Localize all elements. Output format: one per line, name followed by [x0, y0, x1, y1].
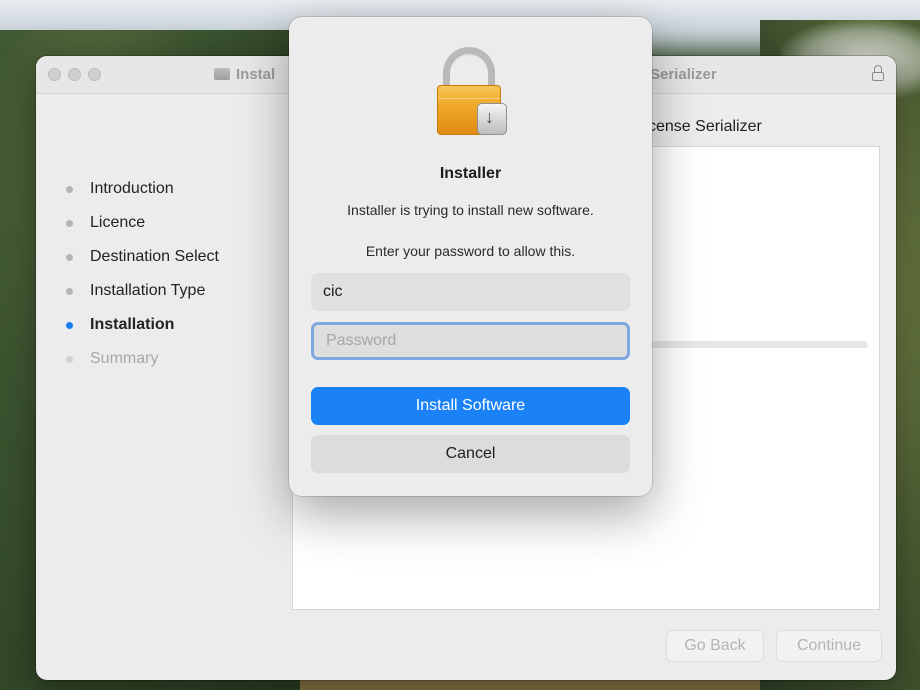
step-installation: Installation: [64, 314, 219, 348]
package-icon: [214, 68, 230, 80]
step-dot-icon: [66, 254, 73, 261]
step-dot-icon: [66, 186, 73, 193]
step-dot-icon: [66, 288, 73, 295]
cancel-button[interactable]: Cancel: [311, 435, 630, 473]
step-label: Destination Select: [90, 248, 219, 265]
window-title-text: Instal: [236, 66, 276, 83]
window-title: Instal: [214, 66, 275, 83]
page-subtitle: cense Serializer: [648, 118, 762, 135]
lock-installer-icon: [437, 47, 507, 135]
step-label: Introduction: [90, 180, 174, 197]
auth-dialog: Installer Installer is trying to install…: [289, 17, 652, 496]
step-introduction: Introduction: [64, 178, 219, 212]
step-label: Installation: [90, 316, 175, 333]
step-dot-icon: [66, 322, 73, 329]
username-field[interactable]: [311, 273, 630, 311]
step-summary: Summary: [64, 348, 219, 382]
step-dot-icon: [66, 356, 73, 363]
step-destination-select: Destination Select: [64, 246, 219, 280]
progress-bar: [638, 341, 868, 348]
continue-button[interactable]: Continue: [776, 630, 882, 662]
dialog-message: Installer is trying to install new softw…: [347, 202, 594, 218]
install-software-button[interactable]: Install Software: [311, 387, 630, 425]
lock-icon[interactable]: [872, 65, 884, 81]
step-label: Summary: [90, 350, 159, 367]
zoom-window-button[interactable]: [88, 68, 101, 81]
close-window-button[interactable]: [48, 68, 61, 81]
step-licence: Licence: [64, 212, 219, 246]
step-label: Licence: [90, 214, 146, 231]
go-back-button[interactable]: Go Back: [666, 630, 764, 662]
dialog-title: Installer: [439, 165, 502, 182]
installer-steps: Introduction Licence Destination Select …: [64, 178, 219, 382]
dialog-prompt: Enter your password to allow this.: [365, 243, 576, 259]
minimize-window-button[interactable]: [68, 68, 81, 81]
step-label: Installation Type: [90, 282, 206, 299]
step-dot-icon: [66, 220, 73, 227]
password-field[interactable]: [311, 322, 630, 360]
window-title-tail: Serializer: [650, 66, 717, 83]
step-installation-type: Installation Type: [64, 280, 219, 314]
